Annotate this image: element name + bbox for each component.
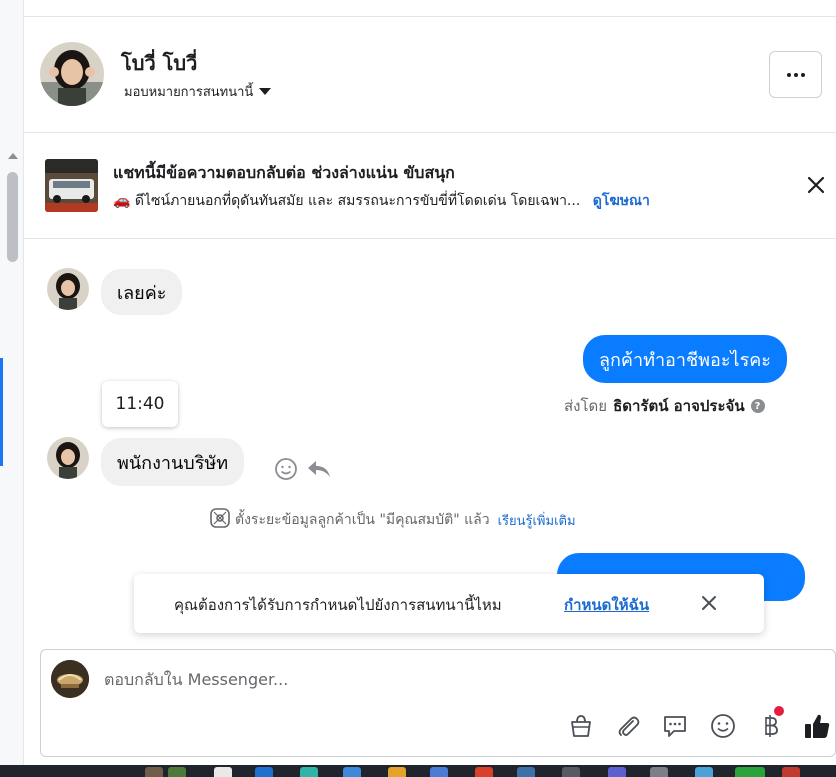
taskbar-app[interactable] bbox=[214, 767, 232, 777]
taskbar-app[interactable] bbox=[475, 767, 493, 777]
reply-composer bbox=[40, 649, 836, 757]
ad-thumbnail[interactable] bbox=[45, 159, 98, 212]
sidebar-scrollbar[interactable] bbox=[7, 172, 18, 262]
taskbar-app[interactable] bbox=[343, 767, 361, 777]
taskbar-app[interactable] bbox=[168, 767, 186, 777]
contact-name[interactable]: โบวี่ โบวี่ bbox=[121, 47, 197, 79]
smile-icon[interactable] bbox=[274, 457, 298, 485]
assign-to-me-link[interactable]: กำหนดให้ฉัน bbox=[564, 593, 649, 617]
reply-icon[interactable] bbox=[306, 457, 332, 485]
inbox-chat-view: โบวี่ โบวี่ มอบหมายการสนทนานี้ แชทนี้มีข… bbox=[0, 0, 836, 777]
close-icon[interactable] bbox=[698, 592, 720, 614]
conversation-header: โบวี่ โบวี่ มอบหมายการสนทนานี้ bbox=[24, 17, 836, 133]
taskbar-app[interactable] bbox=[562, 767, 580, 777]
contact-avatar-small[interactable] bbox=[47, 268, 89, 310]
learn-more-link[interactable]: เรียนรู้เพิ่มเติม bbox=[498, 510, 576, 531]
lead-icon bbox=[209, 507, 231, 533]
taskbar-app[interactable] bbox=[517, 767, 535, 777]
caret-down-icon bbox=[259, 88, 272, 95]
notification-dot bbox=[774, 706, 784, 716]
message-actions bbox=[274, 457, 332, 485]
taskbar-app[interactable] bbox=[255, 767, 273, 777]
assign-conversation-dropdown[interactable]: มอบหมายการสนทนานี้ bbox=[124, 81, 272, 102]
outgoing-message-bubble[interactable]: ลูกค้าทำอาชีพอะไรคะ bbox=[583, 335, 787, 383]
saved-reply-icon[interactable] bbox=[661, 712, 689, 740]
emoji-icon[interactable] bbox=[709, 712, 737, 740]
paperclip-icon[interactable] bbox=[614, 712, 642, 740]
taskbar-app[interactable] bbox=[145, 767, 163, 777]
scroll-up-arrow[interactable] bbox=[8, 153, 18, 159]
assign-prompt-text: คุณต้องการได้รับการกำหนดไปยังการสนทนานี้… bbox=[174, 596, 502, 614]
more-icon bbox=[786, 72, 791, 77]
page-avatar bbox=[51, 660, 89, 698]
left-sidebar bbox=[0, 0, 24, 765]
help-icon[interactable]: ? bbox=[750, 399, 765, 413]
more-options-button[interactable] bbox=[769, 51, 822, 98]
sent-by-name: ธิดารัตน์ อาจประจัน bbox=[613, 397, 745, 415]
assign-label: มอบหมายการสนทนานี้ bbox=[124, 85, 254, 100]
taskbar-app[interactable] bbox=[782, 767, 800, 777]
taskbar-app[interactable] bbox=[735, 767, 765, 777]
ad-description-row: 🚗 ดีไซน์ภายนอกที่ดุดันทันสมัย และ สมรรถน… bbox=[113, 190, 650, 212]
contact-avatar-small[interactable] bbox=[47, 437, 89, 479]
bag-icon[interactable] bbox=[567, 712, 595, 740]
incoming-message-bubble[interactable]: เลยค่ะ bbox=[101, 269, 183, 315]
more-icon-dot bbox=[800, 72, 805, 77]
ad-description: 🚗 ดีไซน์ภายนอกที่ดุดันทันสมัย และ สมรรถน… bbox=[113, 193, 581, 209]
taskbar-app[interactable] bbox=[650, 767, 668, 777]
reply-input[interactable] bbox=[104, 670, 704, 689]
taskbar-app[interactable] bbox=[300, 767, 318, 777]
lead-stage-notice: ตั้งระยะข้อมูลลูกค้าเป็น "มีคุณสมบัติ" แ… bbox=[209, 507, 576, 533]
like-icon[interactable] bbox=[803, 712, 831, 740]
view-ad-link[interactable]: ดูโฆษณา bbox=[593, 193, 650, 209]
taskbar-app[interactable] bbox=[430, 767, 448, 777]
sent-by-line: ส่งโดย ธิดารัตน์ อาจประจัน ? bbox=[564, 394, 765, 418]
contact-avatar[interactable] bbox=[40, 42, 104, 106]
sent-by-prefix: ส่งโดย bbox=[564, 397, 608, 415]
taskbar-app[interactable] bbox=[608, 767, 626, 777]
ad-title: แชทนี้มีข้อความตอบกลับต่อ ช่วงล่างแน่น ข… bbox=[113, 163, 455, 182]
more-icon-dot bbox=[793, 72, 798, 77]
assign-prompt-toast: คุณต้องการได้รับการกำหนดไปยังการสนทนานี้… bbox=[134, 574, 764, 633]
baht-icon[interactable] bbox=[756, 706, 784, 740]
timestamp-tooltip: 11:40 bbox=[102, 381, 178, 427]
taskbar-app[interactable] bbox=[388, 767, 406, 777]
ad-reply-banner: แชทนี้มีข้อความตอบกลับต่อ ช่วงล่างแน่น ข… bbox=[24, 133, 836, 239]
incoming-message-bubble[interactable]: พนักงานบริษัท bbox=[101, 438, 245, 486]
lead-stage-text: ตั้งระยะข้อมูลลูกค้าเป็น "มีคุณสมบัติ" แ… bbox=[235, 512, 490, 528]
sidebar-active-indicator bbox=[0, 358, 3, 466]
taskbar-app[interactable] bbox=[695, 767, 713, 777]
close-icon[interactable] bbox=[804, 173, 828, 197]
os-taskbar bbox=[0, 765, 836, 777]
